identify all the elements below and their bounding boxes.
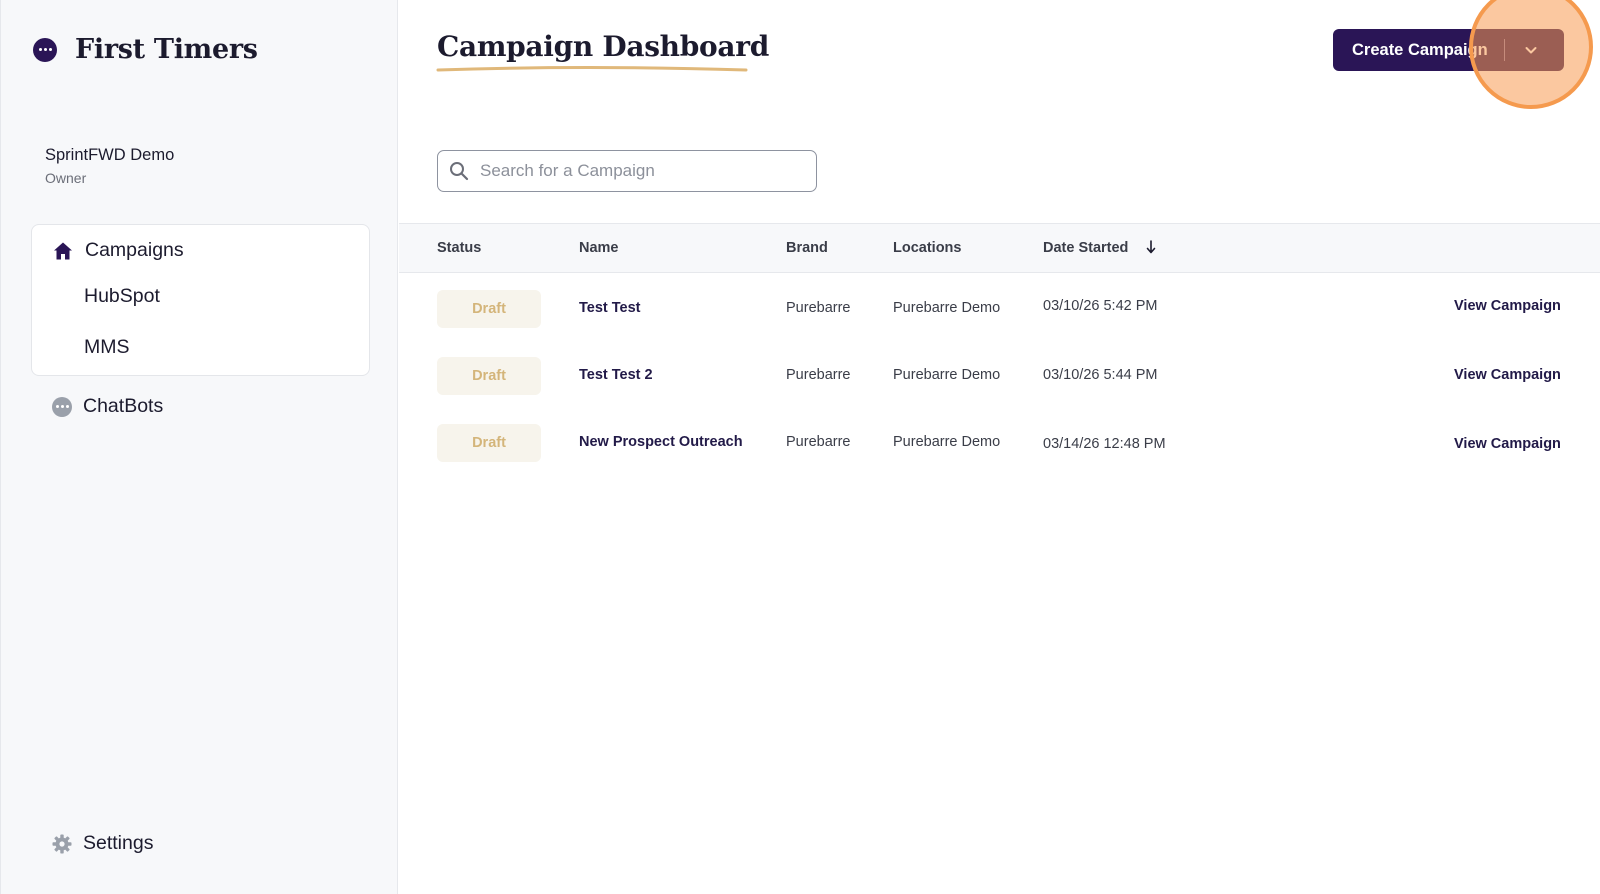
status-badge: Draft bbox=[437, 290, 541, 328]
view-campaign-link[interactable]: View Campaign bbox=[1454, 436, 1561, 452]
sidebar-item-mms[interactable]: MMS bbox=[84, 336, 130, 359]
campaign-name[interactable]: Test Test 2 bbox=[579, 367, 653, 383]
campaign-name[interactable]: Test Test bbox=[579, 300, 641, 316]
search-icon bbox=[449, 161, 469, 186]
campaign-date: 03/14/26 12:48 PM bbox=[1043, 436, 1166, 452]
column-header-label: Date Started bbox=[1043, 240, 1129, 256]
sidebar-item-settings[interactable]: Settings bbox=[52, 832, 153, 855]
column-header-status[interactable]: Status bbox=[437, 240, 481, 256]
sidebar-item-label: Campaigns bbox=[85, 239, 184, 261]
campaign-location: Purebarre Demo bbox=[893, 434, 1001, 450]
column-header-name[interactable]: Name bbox=[579, 240, 619, 256]
account-role: Owner bbox=[45, 170, 87, 186]
chat-bubble-icon bbox=[52, 396, 72, 417]
page-title: Campaign Dashboard bbox=[437, 30, 769, 63]
campaign-date: 03/10/26 5:44 PM bbox=[1043, 367, 1158, 383]
create-campaign-label: Create Campaign bbox=[1352, 40, 1488, 59]
campaign-brand: Purebarre bbox=[786, 367, 851, 383]
table-header: Status Name Brand Locations Date Started bbox=[399, 223, 1600, 273]
account-info[interactable]: SprintFWD Demo Owner bbox=[45, 146, 174, 186]
campaign-location: Purebarre Demo bbox=[893, 300, 1001, 316]
sidebar-item-label: ChatBots bbox=[83, 395, 164, 417]
sidebar-item-campaigns[interactable]: Campaigns bbox=[52, 239, 184, 262]
search-input[interactable] bbox=[480, 155, 800, 187]
campaign-brand: Purebarre bbox=[786, 300, 851, 316]
sidebar-item-label: Settings bbox=[83, 832, 154, 854]
search-box[interactable] bbox=[437, 150, 817, 192]
title-underline bbox=[436, 66, 748, 72]
status-badge: Draft bbox=[437, 424, 541, 462]
status-badge: Draft bbox=[437, 357, 541, 395]
table-row: Draft New Prospect Outreach Purebarre Pu… bbox=[399, 414, 1600, 474]
table-row: Draft Test Test 2 Purebarre Purebarre De… bbox=[399, 347, 1600, 407]
campaign-location: Purebarre Demo bbox=[893, 367, 1001, 383]
click-highlight bbox=[1469, 0, 1593, 109]
campaigns-nav-group: Campaigns HubSpot MMS bbox=[31, 224, 370, 376]
chat-bubble-icon bbox=[33, 37, 57, 62]
sidebar-item-hubspot[interactable]: HubSpot bbox=[84, 285, 160, 308]
app-name: First Timers bbox=[75, 34, 258, 65]
table-row: Draft Test Test Purebarre Purebarre Demo… bbox=[399, 280, 1600, 340]
home-icon bbox=[52, 240, 74, 262]
campaign-date: 03/10/26 5:42 PM bbox=[1043, 298, 1158, 314]
campaign-brand: Purebarre bbox=[786, 434, 851, 450]
column-header-locations[interactable]: Locations bbox=[893, 240, 961, 256]
view-campaign-link[interactable]: View Campaign bbox=[1454, 298, 1561, 314]
column-header-brand[interactable]: Brand bbox=[786, 240, 828, 256]
column-header-date-started[interactable]: Date Started bbox=[1043, 240, 1156, 258]
campaign-name[interactable]: New Prospect Outreach bbox=[579, 434, 743, 450]
sidebar-item-chatbots[interactable]: ChatBots bbox=[52, 395, 163, 418]
account-name: SprintFWD Demo bbox=[45, 146, 175, 164]
brand[interactable]: First Timers bbox=[33, 34, 258, 65]
view-campaign-link[interactable]: View Campaign bbox=[1454, 367, 1561, 383]
gear-icon bbox=[52, 834, 72, 854]
sort-arrow-down-icon[interactable] bbox=[1146, 240, 1156, 258]
sidebar: First Timers SprintFWD Demo Owner Campai… bbox=[0, 0, 398, 894]
